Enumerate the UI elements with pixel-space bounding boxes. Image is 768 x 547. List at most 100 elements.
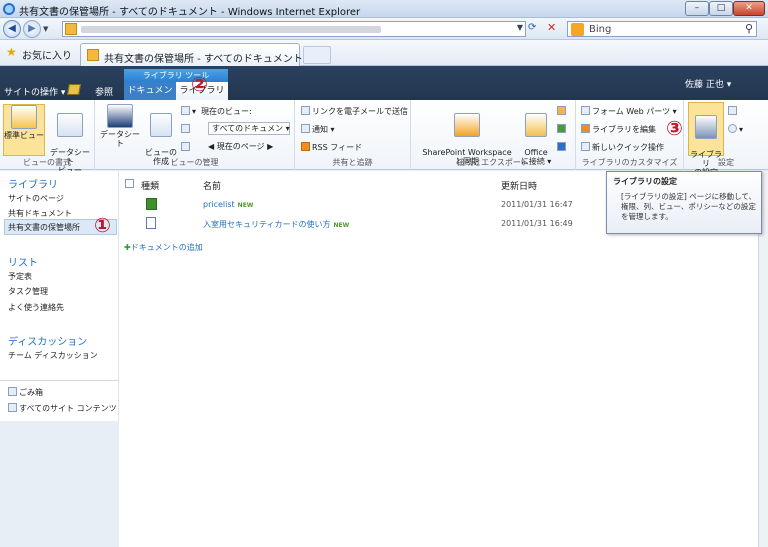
site-favicon-icon (65, 23, 77, 35)
group-settings: ライブラリ の設定 ▾ 設定 (684, 100, 768, 177)
ie-logo-icon (3, 3, 15, 15)
access-icon[interactable] (557, 142, 568, 152)
close-button[interactable]: ✕ (733, 1, 765, 16)
datasheet-button[interactable]: データシート (97, 104, 143, 148)
document-file-icon (146, 217, 156, 229)
edit-library-button[interactable]: ライブラリを編集 (581, 124, 656, 135)
stop-icon[interactable]: ✕ (547, 21, 556, 34)
title-bar: 共有文書の保管場所 - すべてのドキュメント - Windows Interne… (0, 0, 768, 18)
column-header-name[interactable]: 名前 (203, 179, 221, 192)
nav-bottom-section: ごみ箱 すべてのサイト コンテンツ (0, 380, 119, 420)
datasheet-view-icon (57, 113, 83, 137)
modify-view-icon[interactable]: ▾ (181, 106, 196, 116)
standard-view-icon (11, 105, 37, 129)
nav-item-team-discussion[interactable]: チーム ディスカッション (8, 350, 98, 361)
row-name-link[interactable]: 入室用セキュリティカードの使い方 NEW (203, 219, 349, 230)
email-link-button[interactable]: リンクを電子メールで送信 (301, 106, 408, 117)
group-label-view-manage: ビューの管理 (170, 158, 219, 167)
library-tools-label: ライブラリ ツール (124, 69, 228, 82)
library-settings-tooltip: ライブラリの設定 [ライブラリの設定] ページに移動して、権限、列、ビュー、ポリ… (606, 171, 762, 234)
browse-tab[interactable]: 参照 (95, 85, 113, 98)
nav-item-contacts[interactable]: よく使う連絡先 (8, 302, 64, 313)
row-name-link[interactable]: pricelist NEW (203, 200, 253, 209)
group-view-manage: データシート ビューの 作成 ▾ 現在のビュー: すべてのドキュメン ▾ ◀ 現… (95, 100, 295, 170)
edit-library-label: ライブラリを編集 (592, 125, 656, 134)
nav-libraries-header[interactable]: ライブラリ (8, 176, 58, 191)
excel-file-icon (146, 198, 157, 210)
row-modified: 2011/01/31 16:47 (501, 200, 573, 209)
standard-view-button[interactable]: 標準ビュー (3, 104, 45, 156)
nav-lists-header[interactable]: リスト (8, 254, 38, 269)
form-web-parts-label: フォーム Web パーツ ▾ (592, 107, 677, 116)
url-input[interactable]: ▼ (62, 21, 526, 37)
user-menu[interactable]: 佐藤 正也 ▾ (685, 77, 731, 90)
nav-item-tasks[interactable]: タスク管理 (8, 286, 48, 297)
navigate-up-icon[interactable] (67, 84, 81, 95)
excel-icon[interactable] (557, 124, 568, 134)
search-input[interactable]: Bing ⚲ (567, 21, 757, 37)
blurred-url (81, 26, 381, 33)
library-settings-button[interactable]: ライブラリ の設定 (688, 102, 724, 177)
site-actions-menu[interactable]: サイトの操作 ▾ (4, 85, 65, 98)
nav-item-recycle-bin[interactable]: ごみ箱 (8, 387, 43, 398)
new-quick-step-icon (581, 142, 590, 151)
current-view-select[interactable]: すべてのドキュメン ▾ (208, 122, 290, 135)
nav-item-shared-documents[interactable]: 共有ドキュメント (8, 208, 72, 219)
address-bar: ◀ ▶ ▼ ▼ ⟳ ✕ Bing ⚲ (0, 18, 768, 40)
create-column-icon[interactable] (181, 124, 192, 134)
nav-item-storage[interactable]: 共有文書の保管場所 (8, 222, 80, 233)
alert-icon (301, 124, 310, 133)
outlook-icon[interactable] (557, 106, 568, 116)
column-header-modified[interactable]: 更新日時 (501, 179, 537, 192)
navigate-up-ribbon-icon[interactable] (181, 142, 192, 152)
form-web-parts-button[interactable]: フォーム Web パーツ ▾ (581, 106, 677, 117)
current-page-pager[interactable]: ◀ 現在のページ ▶ (208, 141, 273, 152)
history-dropdown-icon[interactable]: ▼ (43, 25, 48, 33)
refresh-icon[interactable]: ⟳ (528, 22, 536, 33)
rss-label: RSS フィード (312, 143, 363, 152)
group-label-settings: 設定 (718, 158, 734, 167)
favorites-button[interactable]: お気に入り (22, 47, 72, 62)
sharepoint-workspace-icon (454, 113, 480, 137)
nav-item-calendar[interactable]: 予定表 (8, 271, 32, 282)
workflow-settings-icon[interactable]: ▾ (728, 124, 743, 134)
search-icon[interactable]: ⚲ (745, 22, 753, 35)
url-dropdown-icon[interactable]: ▼ (517, 23, 523, 32)
back-button[interactable]: ◀ (3, 20, 21, 38)
edit-library-icon (581, 124, 590, 133)
library-permissions-icon[interactable] (728, 106, 739, 116)
form-web-parts-icon (581, 106, 590, 115)
nav-item-all-site-content[interactable]: すべてのサイト コンテンツ (8, 403, 117, 414)
minimize-button[interactable]: – (685, 1, 709, 16)
group-label-connect-export: 接続とエクスポート (457, 158, 529, 167)
office-connect-icon (525, 113, 547, 137)
datasheet-label: データシート (100, 130, 140, 148)
column-header-type[interactable]: 種類 (141, 179, 159, 192)
new-tab-button[interactable] (303, 46, 331, 64)
forward-button[interactable]: ▶ (23, 20, 41, 38)
alert-label: 通知 ▾ (312, 125, 335, 134)
annotation-three: ③ (666, 116, 683, 140)
select-all-checkbox[interactable] (125, 179, 134, 188)
favorites-bar: ★ お気に入り 共有文書の保管場所 - すべてのドキュメント (0, 40, 768, 66)
add-icon: ✚ (124, 243, 131, 252)
left-navigation: ライブラリ サイトのページ 共有ドキュメント 共有文書の保管場所 ① リスト 予… (0, 171, 119, 421)
favorites-star-icon[interactable]: ★ (6, 45, 17, 59)
group-connect-export: SharePoint Workspace と同期 Office に接続 ▾ 接続… (411, 100, 576, 170)
nav-item-site-pages[interactable]: サイトのページ (8, 193, 64, 204)
rss-button[interactable]: RSS フィード (301, 142, 362, 153)
new-quick-step-label: 新しいクイック操作 (592, 143, 664, 152)
tab-documents[interactable]: ドキュメント (124, 82, 176, 114)
tab-title: 共有文書の保管場所 - すべてのドキュメント (104, 54, 303, 65)
add-document-link[interactable]: ✚ドキュメントの追加 (124, 242, 203, 253)
standard-view-label: 標準ビュー (4, 131, 44, 140)
new-quick-step-button[interactable]: 新しいクイック操作 (581, 142, 664, 153)
alert-button[interactable]: 通知 ▾ (301, 124, 335, 135)
rss-icon (301, 142, 310, 151)
maximize-button[interactable]: □ (709, 1, 733, 16)
nav-discussions-header[interactable]: ディスカッション (8, 333, 87, 348)
tooltip-title: ライブラリの設定 (613, 177, 677, 186)
browser-tab[interactable]: 共有文書の保管場所 - すべてのドキュメント (80, 43, 303, 66)
group-view-format: 標準ビュー データシート ビュー ビューの書式 (0, 100, 95, 175)
search-placeholder: Bing (589, 24, 612, 35)
